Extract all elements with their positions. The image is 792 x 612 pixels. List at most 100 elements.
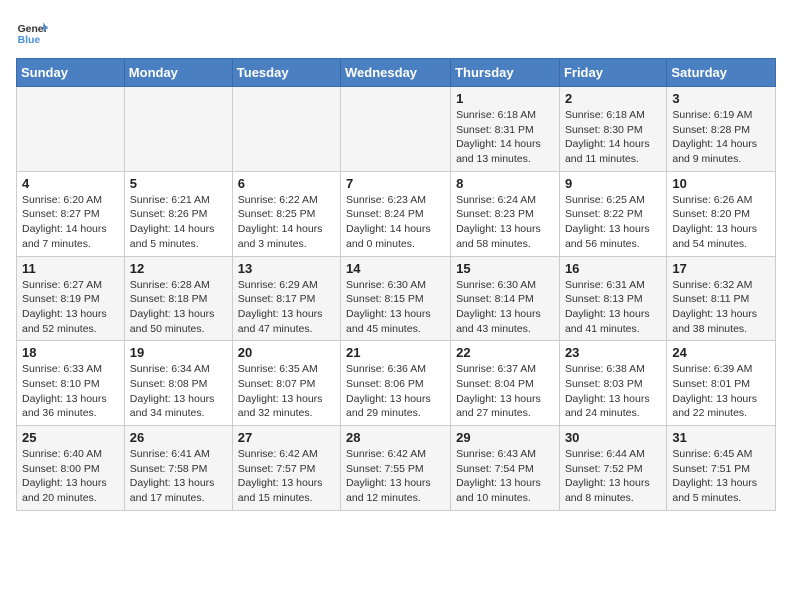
calendar-week-row: 4 Sunrise: 6:20 AM Sunset: 8:27 PM Daylig… (17, 171, 776, 256)
day-number: 23 (565, 345, 661, 360)
day-header-wednesday: Wednesday (341, 59, 451, 87)
logo: General Blue (16, 16, 48, 48)
calendar-cell: 10 Sunrise: 6:26 AM Sunset: 8:20 PM Dayli… (667, 171, 776, 256)
day-number: 13 (238, 261, 335, 276)
day-number: 1 (456, 91, 554, 106)
day-info: Sunrise: 6:29 AM Sunset: 8:17 PM Dayligh… (238, 278, 335, 337)
day-info: Sunrise: 6:23 AM Sunset: 8:24 PM Dayligh… (346, 193, 445, 252)
calendar-cell: 3 Sunrise: 6:19 AM Sunset: 8:28 PM Daylig… (667, 87, 776, 172)
day-number: 26 (130, 430, 227, 445)
day-header-friday: Friday (559, 59, 666, 87)
day-info: Sunrise: 6:22 AM Sunset: 8:25 PM Dayligh… (238, 193, 335, 252)
day-info: Sunrise: 6:42 AM Sunset: 7:55 PM Dayligh… (346, 447, 445, 506)
calendar-cell: 6 Sunrise: 6:22 AM Sunset: 8:25 PM Daylig… (232, 171, 340, 256)
calendar-cell: 20 Sunrise: 6:35 AM Sunset: 8:07 PM Dayli… (232, 341, 340, 426)
day-number: 28 (346, 430, 445, 445)
calendar-cell: 26 Sunrise: 6:41 AM Sunset: 7:58 PM Dayli… (124, 426, 232, 511)
calendar-cell: 12 Sunrise: 6:28 AM Sunset: 8:18 PM Dayli… (124, 256, 232, 341)
calendar-week-row: 11 Sunrise: 6:27 AM Sunset: 8:19 PM Dayli… (17, 256, 776, 341)
day-info: Sunrise: 6:39 AM Sunset: 8:01 PM Dayligh… (672, 362, 770, 421)
calendar-cell (17, 87, 125, 172)
day-number: 24 (672, 345, 770, 360)
day-info: Sunrise: 6:33 AM Sunset: 8:10 PM Dayligh… (22, 362, 119, 421)
day-info: Sunrise: 6:26 AM Sunset: 8:20 PM Dayligh… (672, 193, 770, 252)
day-info: Sunrise: 6:18 AM Sunset: 8:30 PM Dayligh… (565, 108, 661, 167)
day-number: 10 (672, 176, 770, 191)
day-info: Sunrise: 6:24 AM Sunset: 8:23 PM Dayligh… (456, 193, 554, 252)
calendar-week-row: 18 Sunrise: 6:33 AM Sunset: 8:10 PM Dayli… (17, 341, 776, 426)
day-info: Sunrise: 6:43 AM Sunset: 7:54 PM Dayligh… (456, 447, 554, 506)
day-header-thursday: Thursday (451, 59, 560, 87)
calendar-cell: 23 Sunrise: 6:38 AM Sunset: 8:03 PM Dayli… (559, 341, 666, 426)
calendar-cell: 15Sunrise: 6:30 AM Sunset: 8:14 PM Dayli… (451, 256, 560, 341)
day-number: 18 (22, 345, 119, 360)
calendar-cell: 16Sunrise: 6:31 AM Sunset: 8:13 PM Dayli… (559, 256, 666, 341)
day-number: 12 (130, 261, 227, 276)
calendar-week-row: 25Sunrise: 6:40 AM Sunset: 8:00 PM Dayli… (17, 426, 776, 511)
calendar-cell: 31 Sunrise: 6:45 AM Sunset: 7:51 PM Dayli… (667, 426, 776, 511)
day-info: Sunrise: 6:25 AM Sunset: 8:22 PM Dayligh… (565, 193, 661, 252)
day-header-sunday: Sunday (17, 59, 125, 87)
day-number: 4 (22, 176, 119, 191)
day-number: 25 (22, 430, 119, 445)
svg-text:Blue: Blue (18, 35, 41, 46)
day-info: Sunrise: 6:18 AM Sunset: 8:31 PM Dayligh… (456, 108, 554, 167)
day-info: Sunrise: 6:19 AM Sunset: 8:28 PM Dayligh… (672, 108, 770, 167)
logo-icon: General Blue (16, 16, 48, 48)
calendar-cell: 24 Sunrise: 6:39 AM Sunset: 8:01 PM Dayli… (667, 341, 776, 426)
day-number: 20 (238, 345, 335, 360)
calendar-cell: 27 Sunrise: 6:42 AM Sunset: 7:57 PM Dayli… (232, 426, 340, 511)
day-info: Sunrise: 6:36 AM Sunset: 8:06 PM Dayligh… (346, 362, 445, 421)
calendar-cell (341, 87, 451, 172)
day-number: 17 (672, 261, 770, 276)
day-info: Sunrise: 6:32 AM Sunset: 8:11 PM Dayligh… (672, 278, 770, 337)
calendar-cell: 22Sunrise: 6:37 AM Sunset: 8:04 PM Dayli… (451, 341, 560, 426)
calendar-cell: 2 Sunrise: 6:18 AM Sunset: 8:30 PM Daylig… (559, 87, 666, 172)
calendar-week-row: 1 Sunrise: 6:18 AM Sunset: 8:31 PM Daylig… (17, 87, 776, 172)
day-info: Sunrise: 6:20 AM Sunset: 8:27 PM Dayligh… (22, 193, 119, 252)
day-info: Sunrise: 6:30 AM Sunset: 8:15 PM Dayligh… (346, 278, 445, 337)
day-number: 29 (456, 430, 554, 445)
day-number: 6 (238, 176, 335, 191)
calendar-cell: 11 Sunrise: 6:27 AM Sunset: 8:19 PM Dayli… (17, 256, 125, 341)
calendar-cell: 13 Sunrise: 6:29 AM Sunset: 8:17 PM Dayli… (232, 256, 340, 341)
day-number: 19 (130, 345, 227, 360)
day-number: 21 (346, 345, 445, 360)
day-header-tuesday: Tuesday (232, 59, 340, 87)
day-info: Sunrise: 6:44 AM Sunset: 7:52 PM Dayligh… (565, 447, 661, 506)
day-number: 2 (565, 91, 661, 106)
day-info: Sunrise: 6:28 AM Sunset: 8:18 PM Dayligh… (130, 278, 227, 337)
day-info: Sunrise: 6:42 AM Sunset: 7:57 PM Dayligh… (238, 447, 335, 506)
day-info: Sunrise: 6:41 AM Sunset: 7:58 PM Dayligh… (130, 447, 227, 506)
calendar-cell: 29 Sunrise: 6:43 AM Sunset: 7:54 PM Dayli… (451, 426, 560, 511)
calendar-cell: 7 Sunrise: 6:23 AM Sunset: 8:24 PM Daylig… (341, 171, 451, 256)
day-number: 11 (22, 261, 119, 276)
day-header-saturday: Saturday (667, 59, 776, 87)
day-info: Sunrise: 6:21 AM Sunset: 8:26 PM Dayligh… (130, 193, 227, 252)
day-number: 30 (565, 430, 661, 445)
calendar-table: SundayMondayTuesdayWednesdayThursdayFrid… (16, 58, 776, 511)
day-info: Sunrise: 6:38 AM Sunset: 8:03 PM Dayligh… (565, 362, 661, 421)
day-number: 7 (346, 176, 445, 191)
calendar-cell: 1 Sunrise: 6:18 AM Sunset: 8:31 PM Daylig… (451, 87, 560, 172)
day-number: 14 (346, 261, 445, 276)
day-number: 9 (565, 176, 661, 191)
day-info: Sunrise: 6:35 AM Sunset: 8:07 PM Dayligh… (238, 362, 335, 421)
day-number: 27 (238, 430, 335, 445)
day-number: 8 (456, 176, 554, 191)
page-header: General Blue (16, 16, 776, 48)
calendar-cell: 21 Sunrise: 6:36 AM Sunset: 8:06 PM Dayli… (341, 341, 451, 426)
calendar-cell: 25Sunrise: 6:40 AM Sunset: 8:00 PM Dayli… (17, 426, 125, 511)
day-info: Sunrise: 6:27 AM Sunset: 8:19 PM Dayligh… (22, 278, 119, 337)
calendar-cell: 19 Sunrise: 6:34 AM Sunset: 8:08 PM Dayli… (124, 341, 232, 426)
day-info: Sunrise: 6:45 AM Sunset: 7:51 PM Dayligh… (672, 447, 770, 506)
calendar-cell: 28 Sunrise: 6:42 AM Sunset: 7:55 PM Dayli… (341, 426, 451, 511)
day-info: Sunrise: 6:34 AM Sunset: 8:08 PM Dayligh… (130, 362, 227, 421)
day-info: Sunrise: 6:31 AM Sunset: 8:13 PM Dayligh… (565, 278, 661, 337)
calendar-cell: 18 Sunrise: 6:33 AM Sunset: 8:10 PM Dayli… (17, 341, 125, 426)
day-number: 3 (672, 91, 770, 106)
day-info: Sunrise: 6:37 AM Sunset: 8:04 PM Dayligh… (456, 362, 554, 421)
day-number: 31 (672, 430, 770, 445)
calendar-cell (124, 87, 232, 172)
calendar-cell: 30 Sunrise: 6:44 AM Sunset: 7:52 PM Dayli… (559, 426, 666, 511)
